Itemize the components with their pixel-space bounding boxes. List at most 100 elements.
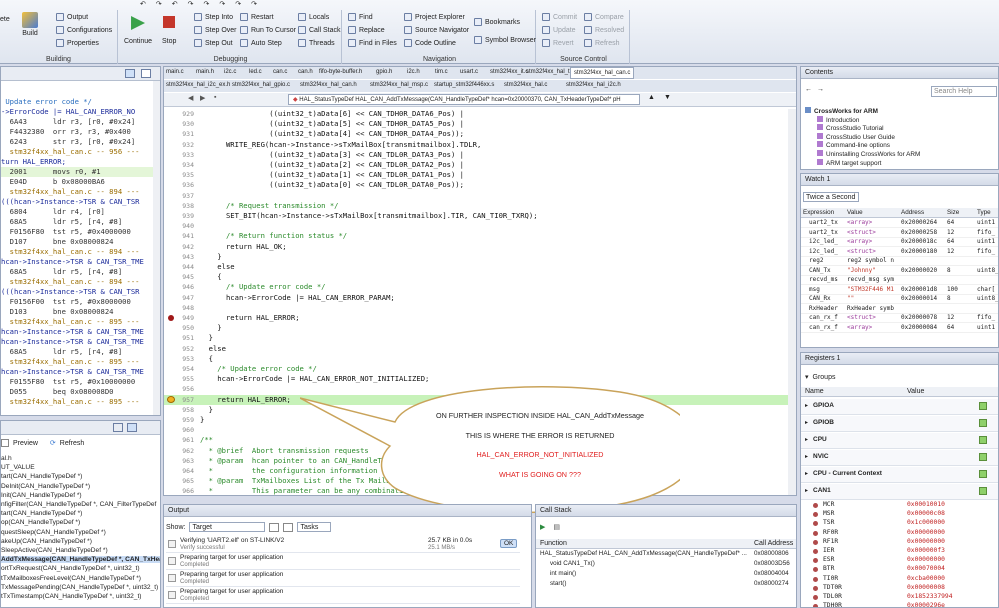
code-line[interactable]: 948 [164, 303, 788, 313]
editor-tab[interactable]: stm32f4xx_it.c [490, 69, 528, 75]
tasks-select[interactable]: Tasks [297, 522, 332, 532]
register-group-toggle-icon[interactable] [979, 487, 987, 495]
editor-tab[interactable]: main.h [196, 69, 214, 75]
configurations-button[interactable]: Configurations [56, 26, 112, 34]
back-nav-icon[interactable]: ← [805, 86, 812, 93]
code-line[interactable]: 929 ((uint32_t)aData[6] << CAN_TDH0R_DAT… [164, 109, 788, 119]
disassembly-line[interactable]: hcan->Instance->TSR & CAN_TSR_TME [1, 327, 153, 337]
editor-tab[interactable]: stm32f4xx_hal_can.h [300, 82, 357, 88]
output-item[interactable]: Preparing target for user application Com… [166, 588, 520, 604]
call-stack-row[interactable]: start() 0x08000274 [536, 580, 796, 590]
contents-tree-item[interactable]: Uninstalling CrossWorks for ARM [817, 150, 920, 158]
register-row[interactable]: BTR 0x00070004 [801, 565, 998, 574]
register-row[interactable]: RF0R 0x00000000 [801, 529, 998, 538]
code-line[interactable]: 954 /* Update error code */ [164, 364, 788, 374]
disassembly-options-icon[interactable] [141, 69, 151, 78]
code-line[interactable]: 944 else [164, 262, 788, 272]
step-out-button[interactable]: Step Out [194, 39, 233, 47]
disassembly-line[interactable]: F0155F80 tst r5, #0x10000000 [1, 377, 153, 387]
code-line[interactable]: 941 /* Return function status */ [164, 231, 788, 241]
locals-button[interactable]: Locals [298, 13, 329, 21]
watch-row[interactable]: reg2 reg2 symbol n [801, 257, 998, 266]
register-group-toggle-icon[interactable] [979, 436, 987, 444]
nav-down-icon[interactable]: ▼ [664, 94, 671, 101]
symbol-list-item[interactable]: nfigFilter(CAN_HandleTypeDef *, CAN_Filt… [1, 501, 160, 508]
contents-tree-item[interactable]: Introduction [817, 115, 859, 124]
watch-refresh-select[interactable]: Twice a Second [803, 192, 859, 202]
editor-tab[interactable]: i2c.h [407, 69, 420, 75]
code-line[interactable]: 939 SET_BIT(hcan->Instance->sTxMailBox[t… [164, 211, 788, 221]
editor-tab[interactable]: can.h [298, 69, 313, 75]
disassembly-line[interactable]: 68A5 ldr r5, [r4, #8] [1, 217, 153, 227]
symbol-list-item[interactable]: ortTxRequest(CAN_HandleTypeDef *, uint32… [1, 565, 160, 572]
preview-button[interactable]: Preview [13, 440, 38, 447]
disassembly-line[interactable]: stm32f4xx_hal_can.c -- 895 --- [1, 397, 153, 407]
code-line[interactable]: 942 return HAL_OK; [164, 242, 788, 252]
register-group-toggle-icon[interactable] [979, 470, 987, 478]
project-explorer-button[interactable]: Project Explorer [404, 13, 465, 21]
watch-row[interactable]: can_rx_f <array> 0x20000084 64 uint1 [801, 324, 998, 333]
find-button[interactable]: Find [348, 13, 373, 21]
call-stack-button[interactable]: Call Stack [298, 26, 341, 34]
refresh-button[interactable]: Refresh [60, 440, 85, 447]
symbol-list-item[interactable]: Init(CAN_HandleTypeDef *) [1, 492, 160, 499]
disassembly-line[interactable]: stm32f4xx_hal_can.c -- 956 --- [1, 147, 153, 157]
contents-tree-item[interactable]: ARM target support [817, 158, 881, 167]
symbol-list-item[interactable]: tTxMailboxesFreeLevel(CAN_HandleTypeDef … [1, 575, 160, 582]
symbol-browser-button[interactable]: Symbol Browser [474, 36, 536, 44]
code-outline-button[interactable]: Code Outline [404, 39, 456, 47]
register-group[interactable]: ▸ GPIOB [801, 416, 998, 432]
code-line[interactable]: 947 hcan->ErrorCode |= HAL_CAN_ERROR_PAR… [164, 293, 788, 303]
symbol-list-item[interactable]: AddTxMessage(CAN_HandleTypeDef *, CAN_Tx… [1, 556, 160, 564]
disassembly-line[interactable]: ->ErrorCode |= HAL_CAN_ERROR_NO [1, 107, 153, 117]
output-item[interactable]: Preparing target for user application Com… [166, 571, 520, 587]
expand-icon[interactable]: ▸ [805, 487, 808, 494]
stop-button[interactable]: Stop [162, 16, 176, 45]
properties-button[interactable]: Properties [56, 39, 99, 47]
disassembly-line[interactable]: D055 beq 0x080008D0 [1, 387, 153, 397]
contents-tree-item[interactable]: CrossWorks for ARM [805, 107, 878, 115]
disassembly-line[interactable]: stm32f4xx_hal_can.c -- 895 --- [1, 357, 153, 367]
groups-button[interactable]: Groups [813, 374, 836, 381]
editor-tab[interactable]: gpio.h [376, 69, 392, 75]
symbol-list-item[interactable]: op(CAN_HandleTypeDef *) [1, 519, 160, 526]
step-into-button[interactable]: Step Into [194, 13, 233, 21]
code-line[interactable]: 943 } [164, 252, 788, 262]
code-line[interactable]: 937 [164, 191, 788, 201]
save-icon[interactable]: ▪ [214, 94, 216, 101]
editor-tab[interactable]: led.c [249, 69, 262, 75]
code-line[interactable]: 931 ((uint32_t)aData[4] << CAN_TDH0R_DAT… [164, 129, 788, 139]
register-row[interactable]: TSR 0x1c000000 [801, 519, 998, 528]
show-select[interactable]: Target [189, 522, 266, 532]
register-row[interactable]: TI0R 0xcba00000 [801, 575, 998, 584]
ok-button[interactable]: OK [500, 539, 518, 548]
forward-icon[interactable]: ▶ [200, 94, 205, 102]
register-group[interactable]: ▸ NVIC [801, 450, 998, 466]
editor-tab[interactable]: stm32f4xx_hal_i2c_ex.h [166, 82, 230, 88]
register-row[interactable]: MSR 0x00000c08 [801, 510, 998, 519]
bookmarks-button[interactable]: Bookmarks [474, 18, 520, 26]
call-stack-run-icon[interactable]: ▶ [540, 523, 545, 531]
disassembly-line[interactable]: stm32f4xx_hal_can.c -- 894 --- [1, 187, 153, 197]
code-line[interactable]: 940 [164, 221, 788, 231]
watch-row[interactable]: RxHeader RxHeader symb [801, 305, 998, 314]
symbol-list-item[interactable]: tart(CAN_HandleTypeDef *) [1, 510, 160, 517]
symbol-list-item[interactable]: akeUp(CAN_HandleTypeDef *) [1, 538, 160, 545]
disassembly-line[interactable]: 6A43 ldr r3, [r0, #0x24] [1, 117, 153, 127]
output-item[interactable]: Preparing target for user application Com… [166, 554, 520, 570]
compare-button[interactable]: Compare [584, 13, 624, 21]
disassembly-line[interactable]: (((hcan->Instance->TSR & CAN_TSR [1, 287, 153, 297]
watch-row[interactable]: i2c_led_ <array> 0x2000018c 64 uint1 [801, 238, 998, 247]
back-icon[interactable]: ◀ [188, 94, 193, 102]
editor-tab[interactable]: tim.c [435, 69, 448, 75]
code-line[interactable]: 945 { [164, 272, 788, 282]
refresh-sc-button[interactable]: Refresh [584, 39, 620, 47]
threads-button[interactable]: Threads [298, 39, 335, 47]
replace-button[interactable]: Replace [348, 26, 385, 34]
expand-icon[interactable]: ▸ [805, 436, 808, 443]
watch-row[interactable]: uart2_tx <array> 0x20000264 64 uint1 [801, 219, 998, 228]
watch-row[interactable]: CAN_Tx "Johnny" 0x20000020 8 uint8_ [801, 267, 998, 276]
call-stack-row[interactable]: void CAN1_Tx() 0x08003D56 [536, 560, 796, 570]
help-search-input[interactable]: Search Help [931, 86, 997, 97]
watch-row[interactable]: i2c_led_ <struct> 0x20000180 12 fifo_ [801, 248, 998, 257]
